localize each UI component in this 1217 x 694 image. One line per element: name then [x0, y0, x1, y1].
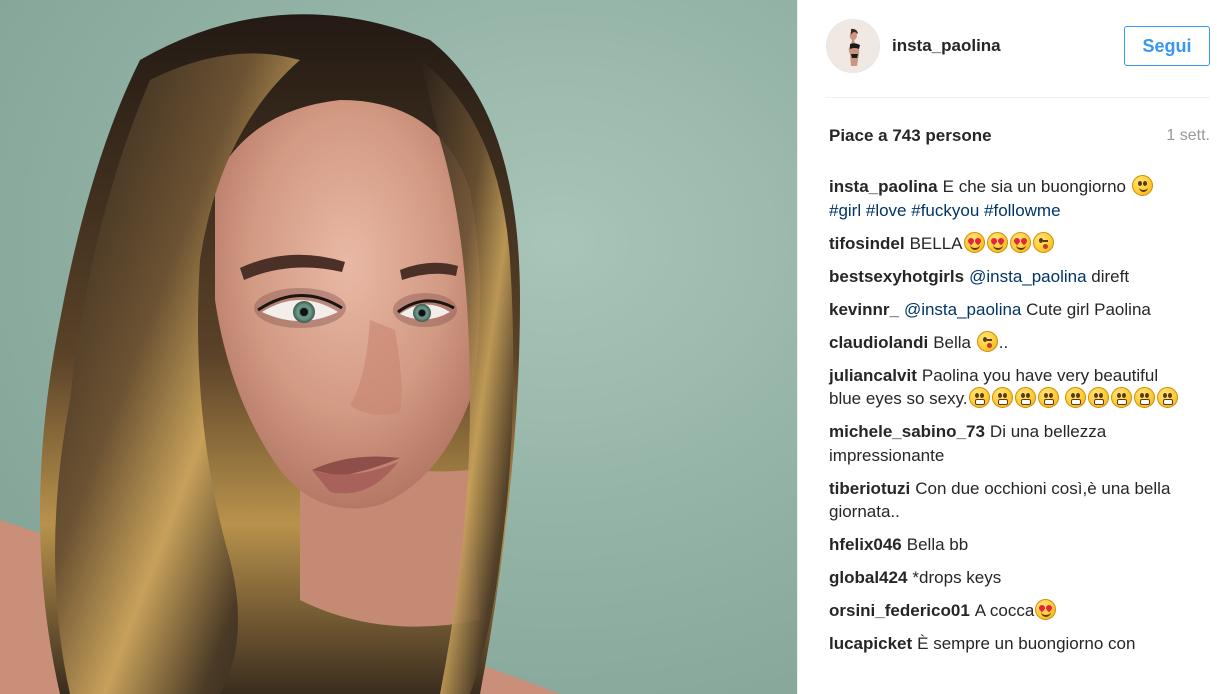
hashtag-link[interactable]: #love: [866, 201, 907, 220]
comment-username[interactable]: juliancalvit: [829, 366, 917, 385]
comment-item: juliancalvit Paolina you have very beauti…: [829, 364, 1189, 411]
avatar-image: [827, 20, 879, 72]
comment-username[interactable]: global424: [829, 568, 907, 587]
grinning-face-emoji-icon: [1157, 387, 1179, 408]
comment-item: bestsexyhotgirls @insta_paolina direft: [829, 265, 1189, 289]
grinning-face-emoji-icon: [1014, 387, 1036, 408]
smiling-face-emoji-icon: [1131, 175, 1153, 196]
comment-text: [1060, 389, 1065, 408]
follow-button[interactable]: Segui: [1124, 26, 1210, 66]
comment-item: tifosindel BELLA: [829, 231, 1189, 256]
grinning-face-emoji-icon: [1111, 387, 1133, 408]
comment-item: insta_paolina E che sia un buongiorno #gi…: [829, 175, 1189, 222]
comment-item: lucapicket È sempre un buongiorno con: [829, 632, 1189, 656]
comment-text: *drops keys: [912, 568, 1002, 587]
comment-item: global424 *drops keys: [829, 566, 1189, 590]
grinning-face-emoji-icon: [968, 387, 990, 408]
comment-item: claudiolandi Bella ..: [829, 330, 1189, 355]
comment-text: Bella bb: [906, 535, 969, 554]
comment-text: Cute girl Paolina: [1021, 299, 1151, 319]
hashtag-link[interactable]: #fuckyou: [911, 201, 979, 220]
heart-eyes-emoji-icon: [1009, 231, 1031, 253]
hashtag-link[interactable]: #girl: [829, 201, 861, 220]
likes-count[interactable]: Piace a 743 persone: [829, 126, 992, 146]
post-author-username[interactable]: insta_paolina: [892, 36, 1001, 56]
comment-username[interactable]: orsini_federico01: [829, 601, 970, 620]
comment-item: hfelix046 Bella bb: [829, 533, 1189, 557]
comment-username[interactable]: michele_sabino_73: [829, 422, 985, 441]
comment-text: A cocca: [974, 601, 1035, 620]
comment-username[interactable]: kevinnr_: [829, 300, 899, 319]
comment-text: direft: [1086, 266, 1130, 286]
hashtag-link[interactable]: #followme: [984, 201, 1061, 220]
comment-text: BELLA: [909, 233, 963, 253]
comment-item: orsini_federico01 A cocca: [829, 599, 1189, 623]
comment-text: È sempre un buongiorno con: [917, 634, 1136, 653]
post-timestamp[interactable]: 1 sett.: [1166, 127, 1210, 145]
face-blowing-kiss-emoji-icon: [1032, 231, 1054, 253]
grinning-face-emoji-icon: [1065, 387, 1087, 408]
comment-text: ..: [998, 332, 1009, 352]
comment-text: Bella: [933, 332, 976, 352]
heart-eyes-emoji-icon: [986, 231, 1008, 253]
grinning-face-emoji-icon: [1037, 387, 1059, 408]
post-header: insta_paolina Segui: [826, 19, 1210, 75]
portrait-image: [0, 14, 560, 694]
comment-username[interactable]: tifosindel: [829, 234, 905, 253]
comment-item: kevinnr_ @insta_paolina Cute girl Paolina: [829, 298, 1189, 322]
comment-text: E che sia un buongiorno: [942, 177, 1131, 196]
comments-list: insta_paolina E che sia un buongiorno #gi…: [829, 175, 1189, 665]
grinning-face-emoji-icon: [991, 387, 1013, 408]
mention-link[interactable]: @insta_paolina: [969, 267, 1086, 286]
post-photo[interactable]: [0, 0, 797, 694]
comment-username[interactable]: lucapicket: [829, 634, 912, 653]
face-blowing-kiss-emoji-icon: [976, 330, 998, 352]
comment-username[interactable]: tiberiotuzi: [829, 479, 910, 498]
mention-link[interactable]: @insta_paolina: [904, 300, 1021, 319]
post-side-panel: insta_paolina Segui Piace a 743 persone …: [797, 0, 1217, 694]
comment-username[interactable]: bestsexyhotgirls: [829, 267, 964, 286]
comment-item: tiberiotuzi Con due occhioni così,è una b…: [829, 477, 1189, 524]
likes-row: Piace a 743 persone 1 sett.: [829, 126, 1210, 148]
grinning-face-emoji-icon: [1134, 387, 1156, 408]
comment-item: michele_sabino_73 Di una bellezza impress…: [829, 420, 1189, 467]
comment-username[interactable]: hfelix046: [829, 535, 902, 554]
grinning-face-emoji-icon: [1088, 387, 1110, 408]
header-divider: [826, 97, 1210, 98]
heart-eyes-emoji-icon: [963, 231, 985, 253]
heart-eyes-emoji-icon: [1035, 599, 1057, 620]
profile-avatar[interactable]: [826, 19, 880, 73]
comment-username[interactable]: insta_paolina: [829, 177, 938, 196]
comment-username[interactable]: claudiolandi: [829, 333, 928, 352]
